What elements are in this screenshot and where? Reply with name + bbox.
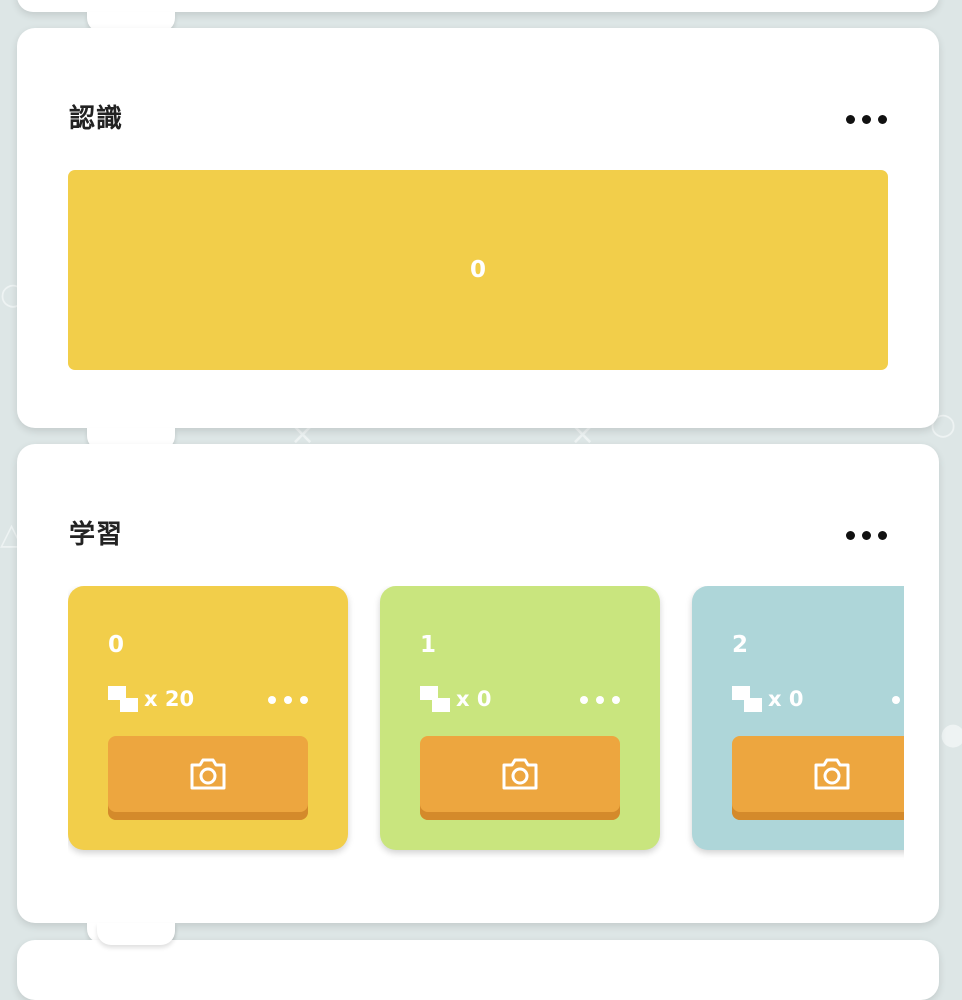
class-card-1[interactable]: 1 x 0	[380, 586, 660, 850]
previous-card	[17, 0, 939, 12]
recognition-card: 認識 0	[17, 28, 939, 428]
camera-icon	[814, 758, 850, 790]
learning-more-icon[interactable]	[846, 531, 887, 540]
recognition-title: 認識	[69, 104, 124, 134]
class-name: 2	[732, 632, 749, 658]
learning-card-tab	[97, 923, 175, 945]
sample-count-label: x 20	[144, 687, 195, 711]
sample-count: x 20	[108, 686, 194, 712]
class-more-icon[interactable]	[892, 696, 904, 704]
class-card-0[interactable]: 0 x 20	[68, 586, 348, 850]
image-stack-icon	[732, 686, 762, 712]
class-name: 0	[108, 632, 125, 658]
class-list[interactable]: 0 x 20 1 x 0 2 x 0	[68, 586, 904, 866]
class-name: 1	[420, 632, 437, 658]
background-doodle: ●	[940, 717, 962, 752]
image-stack-icon	[420, 686, 450, 712]
sample-count-label: x 0	[768, 687, 804, 711]
learning-title: 学習	[69, 520, 124, 550]
class-more-icon[interactable]	[268, 696, 308, 704]
capture-button[interactable]	[420, 736, 620, 820]
sample-count: x 0	[732, 686, 803, 712]
camera-icon	[502, 758, 538, 790]
next-card	[17, 940, 939, 1000]
learning-card: 学習 0 x 20 1 x 0 2 x 0	[17, 444, 939, 923]
recognition-result-bar: 0	[68, 170, 888, 370]
capture-button[interactable]	[732, 736, 904, 820]
capture-button[interactable]	[108, 736, 308, 820]
class-card-2[interactable]: 2 x 0	[692, 586, 904, 850]
image-stack-icon	[108, 686, 138, 712]
camera-icon	[190, 758, 226, 790]
class-more-icon[interactable]	[580, 696, 620, 704]
sample-count-label: x 0	[456, 687, 492, 711]
sample-count: x 0	[420, 686, 491, 712]
recognition-more-icon[interactable]	[846, 115, 887, 124]
recognition-result-value: 0	[469, 257, 486, 283]
